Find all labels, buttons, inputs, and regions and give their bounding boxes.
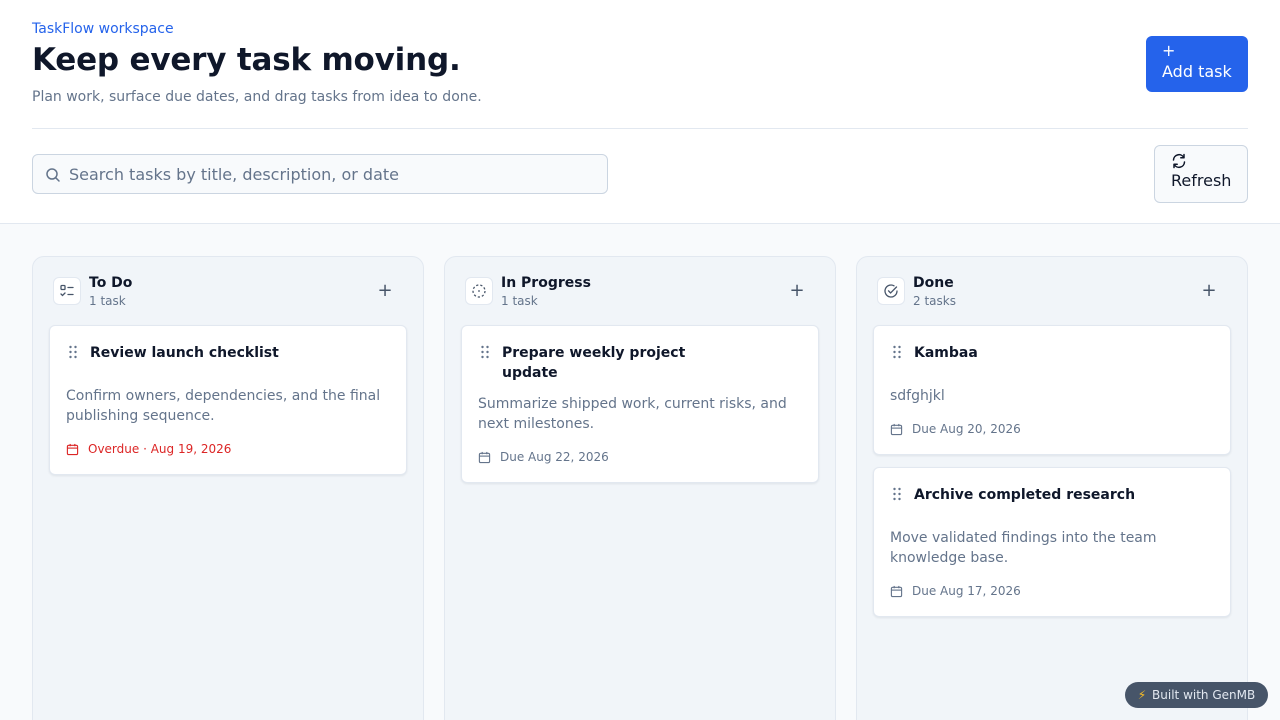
column-add-button[interactable]: +: [1197, 279, 1221, 303]
search-box[interactable]: [32, 154, 608, 194]
task-card[interactable]: Archive completed research Move validate…: [873, 467, 1231, 617]
lightning-icon: ⚡: [1137, 688, 1147, 702]
column-in-progress: In Progress 1 task + Prepare weekly proj…: [444, 256, 836, 720]
task-due-text: Overdue · Aug 19, 2026: [88, 442, 232, 456]
check-circle-icon: [877, 277, 905, 305]
built-with-label: Built with GenMB: [1152, 688, 1256, 702]
column-done: Done 2 tasks + Kambaa sdfghjkl Due Aug 2…: [856, 256, 1248, 720]
task-card[interactable]: Review launch checklist Confirm owners, …: [49, 325, 407, 475]
column-count: 1 task: [501, 294, 538, 308]
column-count: 2 tasks: [913, 294, 956, 308]
drag-handle-icon[interactable]: [892, 345, 902, 359]
search-icon: [46, 168, 60, 182]
task-due-text: Due Aug 17, 2026: [912, 584, 1021, 598]
calendar-icon: [890, 423, 903, 435]
task-title: Review launch checklist: [90, 345, 279, 361]
task-due-date: Due Aug 22, 2026: [478, 450, 609, 464]
task-title: Kambaa: [914, 345, 978, 361]
task-due-date: Due Aug 17, 2026: [890, 584, 1021, 598]
column-add-button[interactable]: +: [785, 279, 809, 303]
calendar-icon: [890, 585, 903, 597]
task-title: Archive completed research: [914, 487, 1136, 503]
column-todo: To Do 1 task + Review launch checklist C…: [32, 256, 424, 720]
task-due-date: Due Aug 20, 2026: [890, 422, 1021, 436]
page-subtitle: Plan work, surface due dates, and drag t…: [32, 89, 482, 105]
column-add-button[interactable]: +: [373, 279, 397, 303]
task-title: Prepare weekly project update: [502, 345, 686, 381]
task-due-text: Due Aug 20, 2026: [912, 422, 1021, 436]
task-description: Summarize shipped work, current risks, a…: [478, 396, 787, 432]
column-title: In Progress: [501, 275, 591, 291]
task-description: Confirm owners, dependencies, and the fi…: [66, 388, 381, 424]
page-header: TaskFlow workspace Keep every task movin…: [0, 0, 1280, 224]
column-count: 1 task: [89, 294, 126, 308]
task-card[interactable]: Prepare weekly project update Summarize …: [461, 325, 819, 483]
dashed-circle-icon: [465, 277, 493, 305]
task-description: Move validated findings into the team kn…: [890, 530, 1157, 566]
task-description: sdfghjkl: [890, 388, 945, 404]
page-title: Keep every task moving.: [32, 42, 461, 78]
add-task-button[interactable]: + Add task: [1146, 36, 1248, 92]
column-title: To Do: [89, 275, 133, 291]
refresh-icon: [1172, 153, 1186, 169]
list-checks-icon: [53, 277, 81, 305]
calendar-icon: [66, 443, 79, 455]
header-divider: [32, 128, 1248, 129]
task-card[interactable]: Kambaa sdfghjkl Due Aug 20, 2026: [873, 325, 1231, 455]
add-task-label: Add task: [1162, 62, 1232, 81]
drag-handle-icon[interactable]: [68, 345, 78, 359]
search-input[interactable]: [69, 155, 599, 193]
drag-handle-icon[interactable]: [892, 487, 902, 501]
column-title: Done: [913, 275, 954, 291]
drag-handle-icon[interactable]: [480, 345, 490, 359]
calendar-icon: [478, 451, 491, 463]
refresh-label: Refresh: [1171, 171, 1232, 190]
task-due-date: Overdue · Aug 19, 2026: [66, 442, 231, 456]
plus-icon: +: [1162, 41, 1176, 60]
workspace-name: TaskFlow workspace: [32, 21, 174, 37]
built-with-badge[interactable]: ⚡ Built with GenMB: [1125, 682, 1268, 708]
refresh-button[interactable]: Refresh: [1154, 145, 1248, 203]
task-due-text: Due Aug 22, 2026: [500, 450, 609, 464]
